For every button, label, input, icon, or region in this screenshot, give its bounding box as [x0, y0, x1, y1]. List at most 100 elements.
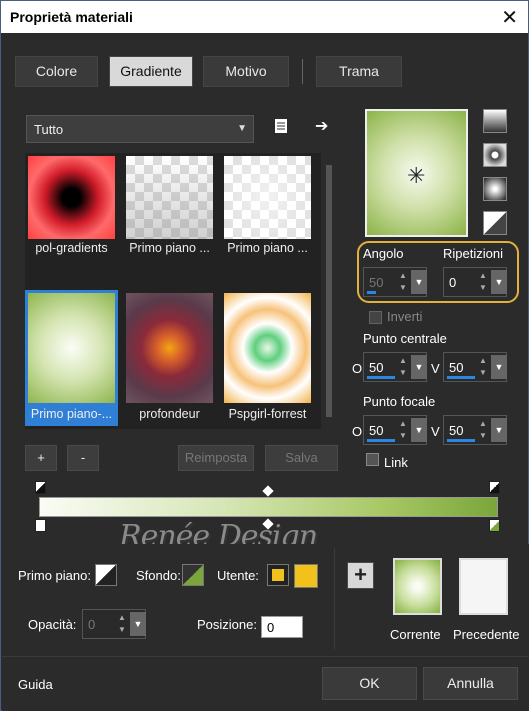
rectangular-style-icon[interactable] [483, 143, 507, 167]
chevron-down-icon[interactable]: ▼ [411, 355, 427, 379]
position-input[interactable]: 0 [261, 616, 303, 638]
gradient-thumbnail [126, 293, 213, 403]
gallery-item-caption: profondeur [139, 407, 200, 421]
sunburst-style-icon[interactable] [483, 177, 507, 201]
gallery-item-selected[interactable]: Primo piano-... [25, 290, 118, 426]
tab-separator [302, 59, 303, 84]
foreground-label: Primo piano: [18, 568, 91, 583]
gallery-item[interactable]: pol-gradients [25, 153, 118, 261]
gradient-thumbnail [28, 156, 115, 239]
chevron-down-icon[interactable]: ▼ [491, 418, 507, 442]
focal-o-spinner[interactable]: 50 ▲ ▼ ▼ [363, 415, 427, 445]
opacity-stop-left[interactable] [35, 481, 46, 494]
chevron-down-icon[interactable]: ▼ [130, 612, 146, 636]
angle-spinner[interactable]: 50 ▲ ▼ ▼ [363, 267, 427, 297]
focal-v-spinner[interactable]: 50 ▲ ▼ ▼ [443, 415, 507, 445]
gallery-item-caption: pol-gradients [35, 241, 108, 255]
center-o-value: 50 [369, 360, 384, 375]
gradient-gallery: pol-gradients Primo piano ... Primo pian… [25, 153, 321, 429]
opacity-spinner[interactable]: 0 ▲ ▼ ▼ [82, 609, 146, 639]
focal-point-label: Punto focale [363, 394, 436, 409]
focal-o-label: O [352, 424, 363, 439]
invert-label: Inverti [387, 309, 423, 324]
user-color-toggle[interactable] [267, 564, 289, 586]
gradient-thumbnail [126, 156, 213, 239]
cancel-button[interactable]: Annulla [423, 667, 518, 700]
center-point-label: Punto centrale [363, 331, 447, 346]
chevron-down-icon: ▼ [237, 123, 247, 134]
gallery-item-caption: Primo piano ... [129, 241, 210, 255]
repeats-spinner[interactable]: 0 ▲ ▼ ▼ [443, 267, 507, 297]
material-properties-dialog: Proprietà materiali ✕ Colore Gradiente M… [0, 0, 529, 711]
save-button[interactable]: Salva [265, 445, 338, 471]
foreground-swatch[interactable] [95, 564, 117, 586]
focal-v-label: V [431, 424, 440, 439]
window-title: Proprietà materiali [10, 9, 133, 25]
gradient-editor-bar[interactable] [39, 497, 498, 517]
color-stop-left[interactable] [35, 519, 46, 532]
angle-label: Angolo [363, 246, 404, 261]
center-o-value-bar [367, 376, 395, 379]
center-v-value-bar [447, 376, 475, 379]
current-label: Corrente [390, 627, 441, 642]
position-label: Posizione: [197, 617, 257, 632]
document-icon[interactable] [273, 118, 289, 139]
category-dropdown[interactable]: Tutto ▼ [26, 115, 254, 143]
color-stop-right[interactable] [489, 519, 500, 532]
scrollbar-thumb[interactable] [326, 165, 332, 417]
lower-panel [2, 544, 529, 656]
gradient-preview[interactable]: ✳ [365, 109, 468, 237]
gradient-thumbnail [28, 293, 115, 403]
background-label: Sfondo: [136, 568, 181, 583]
ok-button[interactable]: OK [322, 667, 417, 700]
user-color-swatch[interactable] [294, 564, 318, 588]
gallery-item-caption: Primo piano-... [30, 407, 113, 421]
tab-motivo[interactable]: Motivo [203, 56, 289, 87]
title-bar: Proprietà materiali ✕ [1, 1, 528, 33]
gallery-item[interactable]: Pspgirl-forrest [221, 290, 314, 426]
remove-gradient-button[interactable]: - [67, 445, 99, 471]
previous-label: Precedente [453, 627, 520, 642]
close-icon[interactable]: ✕ [501, 5, 518, 30]
tab-colore[interactable]: Colore [15, 56, 98, 87]
radial-style-icon[interactable] [483, 211, 507, 235]
gallery-item[interactable]: profondeur [123, 290, 216, 426]
repeats-label: Ripetizioni [443, 246, 503, 261]
focal-v-value: 50 [449, 423, 464, 438]
opacity-midpoint[interactable] [262, 485, 274, 497]
chevron-down-icon[interactable]: ▼ [411, 270, 427, 294]
angle-value: 50 [369, 275, 384, 290]
repeats-value: 0 [449, 275, 457, 290]
opacity-label: Opacità: [28, 617, 77, 632]
chevron-down-icon[interactable]: ▼ [491, 270, 507, 294]
gallery-item[interactable]: Primo piano ... [221, 153, 314, 261]
gradient-thumbnail [224, 156, 311, 239]
opacity-stop-right[interactable] [489, 481, 500, 494]
help-link[interactable]: Guida [18, 677, 53, 692]
invert-checkbox[interactable] [369, 311, 382, 324]
center-o-spinner[interactable]: 50 ▲ ▼ ▼ [363, 352, 427, 382]
focal-o-value-bar [367, 439, 395, 442]
current-swatch[interactable] [393, 558, 442, 615]
user-label: Utente: [217, 568, 259, 583]
center-v-label: V [431, 361, 440, 376]
tab-gradiente[interactable]: Gradiente [109, 56, 193, 87]
link-checkbox[interactable] [366, 453, 379, 466]
center-v-spinner[interactable]: 50 ▲ ▼ ▼ [443, 352, 507, 382]
center-o-label: O [352, 361, 363, 376]
previous-swatch[interactable] [459, 558, 508, 615]
chevron-down-icon[interactable]: ▼ [491, 355, 507, 379]
angle-value-bar [367, 291, 376, 294]
background-swatch[interactable] [182, 564, 204, 586]
chevron-down-icon[interactable]: ▼ [411, 418, 427, 442]
gallery-scrollbar[interactable] [324, 153, 334, 429]
gallery-item[interactable]: Primo piano ... [123, 153, 216, 261]
linear-style-icon[interactable] [483, 109, 507, 133]
reset-button[interactable]: Reimposta [178, 445, 254, 471]
tab-trama[interactable]: Trama [316, 56, 402, 87]
add-gradient-button[interactable]: + [25, 445, 57, 471]
arrow-right-icon[interactable]: ➔ [315, 116, 328, 136]
add-swatch-button[interactable]: + [347, 562, 374, 589]
link-label: Link [384, 455, 408, 470]
opacity-value: 0 [88, 617, 96, 632]
